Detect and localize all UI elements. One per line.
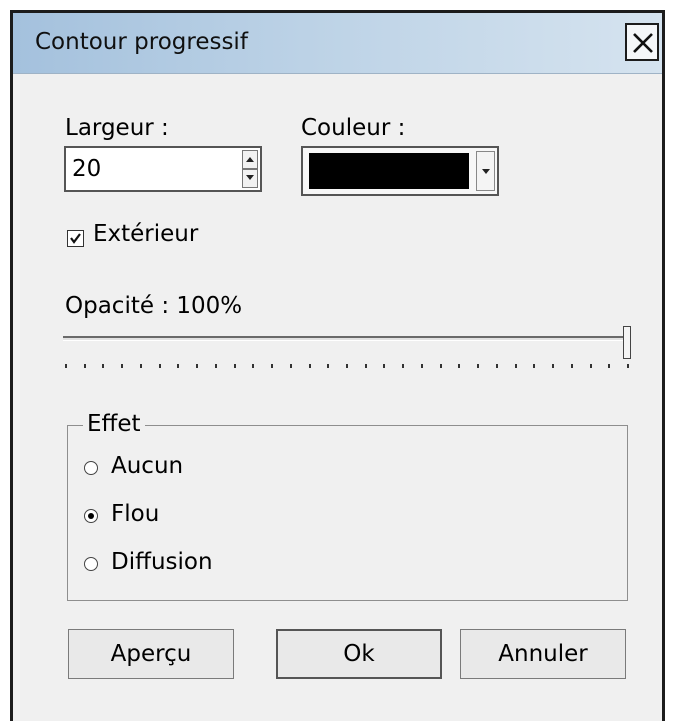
arrow-down-icon <box>246 175 254 180</box>
slider-tick <box>121 364 123 368</box>
cancel-button[interactable]: Annuler <box>460 629 626 679</box>
radio-selected-dot <box>88 513 94 519</box>
close-icon <box>633 33 653 53</box>
slider-tick <box>421 364 423 368</box>
spin-down-button[interactable] <box>242 169 258 188</box>
slider-tick <box>215 364 217 368</box>
slider-tick <box>552 364 554 368</box>
slider-tick <box>84 364 86 368</box>
slider-track <box>63 336 631 341</box>
slider-tick <box>608 364 610 368</box>
slider-tick <box>515 364 517 368</box>
slider-tick <box>477 364 479 368</box>
slider-tick <box>159 364 161 368</box>
slider-thumb[interactable] <box>623 326 631 359</box>
check-icon <box>70 233 81 244</box>
progressive-outline-dialog: Contour progressif Largeur : 20 Couleur … <box>10 10 665 721</box>
effect-group-title: Effet <box>83 411 145 437</box>
slider-tick <box>65 364 67 368</box>
slider-tick <box>309 364 311 368</box>
chevron-down-icon <box>482 169 490 174</box>
slider-tick <box>252 364 254 368</box>
slider-tick <box>327 364 329 368</box>
color-swatch <box>309 153 469 189</box>
slider-tick <box>365 364 367 368</box>
close-button[interactable] <box>625 23 659 61</box>
color-dropdown-button[interactable] <box>476 151 495 191</box>
slider-tick <box>346 364 348 368</box>
width-label: Largeur : <box>65 115 169 141</box>
color-picker[interactable] <box>301 146 499 196</box>
slider-tick <box>140 364 142 368</box>
radio-none[interactable] <box>84 461 98 475</box>
slider-tick <box>402 364 404 368</box>
radio-none-label[interactable]: Aucun <box>111 453 183 479</box>
outside-checkbox[interactable] <box>67 230 84 247</box>
width-spinbox[interactable]: 20 <box>64 146 262 192</box>
slider-tick <box>290 364 292 368</box>
preview-button[interactable]: Aperçu <box>68 629 234 679</box>
ok-button[interactable]: Ok <box>276 629 442 679</box>
slider-tick <box>458 364 460 368</box>
opacity-slider[interactable] <box>63 323 643 383</box>
outside-label[interactable]: Extérieur <box>93 221 198 247</box>
slider-tick <box>234 364 236 368</box>
slider-tick <box>571 364 573 368</box>
title-bar[interactable]: Contour progressif <box>13 13 662 74</box>
slider-tick <box>590 364 592 368</box>
arrow-up-icon <box>246 157 254 162</box>
slider-tick <box>533 364 535 368</box>
slider-tick <box>196 364 198 368</box>
slider-tick <box>177 364 179 368</box>
slider-tick <box>271 364 273 368</box>
radio-diffusion[interactable] <box>84 557 98 571</box>
slider-tick <box>440 364 442 368</box>
dialog-title: Contour progressif <box>35 29 248 55</box>
slider-tick <box>627 364 629 368</box>
spin-up-button[interactable] <box>242 150 258 169</box>
slider-tick <box>102 364 104 368</box>
color-label: Couleur : <box>301 115 406 141</box>
radio-diffusion-label[interactable]: Diffusion <box>111 549 213 575</box>
width-input[interactable]: 20 <box>72 156 101 182</box>
radio-blur-label[interactable]: Flou <box>111 501 159 527</box>
slider-tick <box>383 364 385 368</box>
opacity-label: Opacité : 100% <box>65 293 243 319</box>
radio-blur[interactable] <box>84 509 98 523</box>
slider-tick <box>496 364 498 368</box>
